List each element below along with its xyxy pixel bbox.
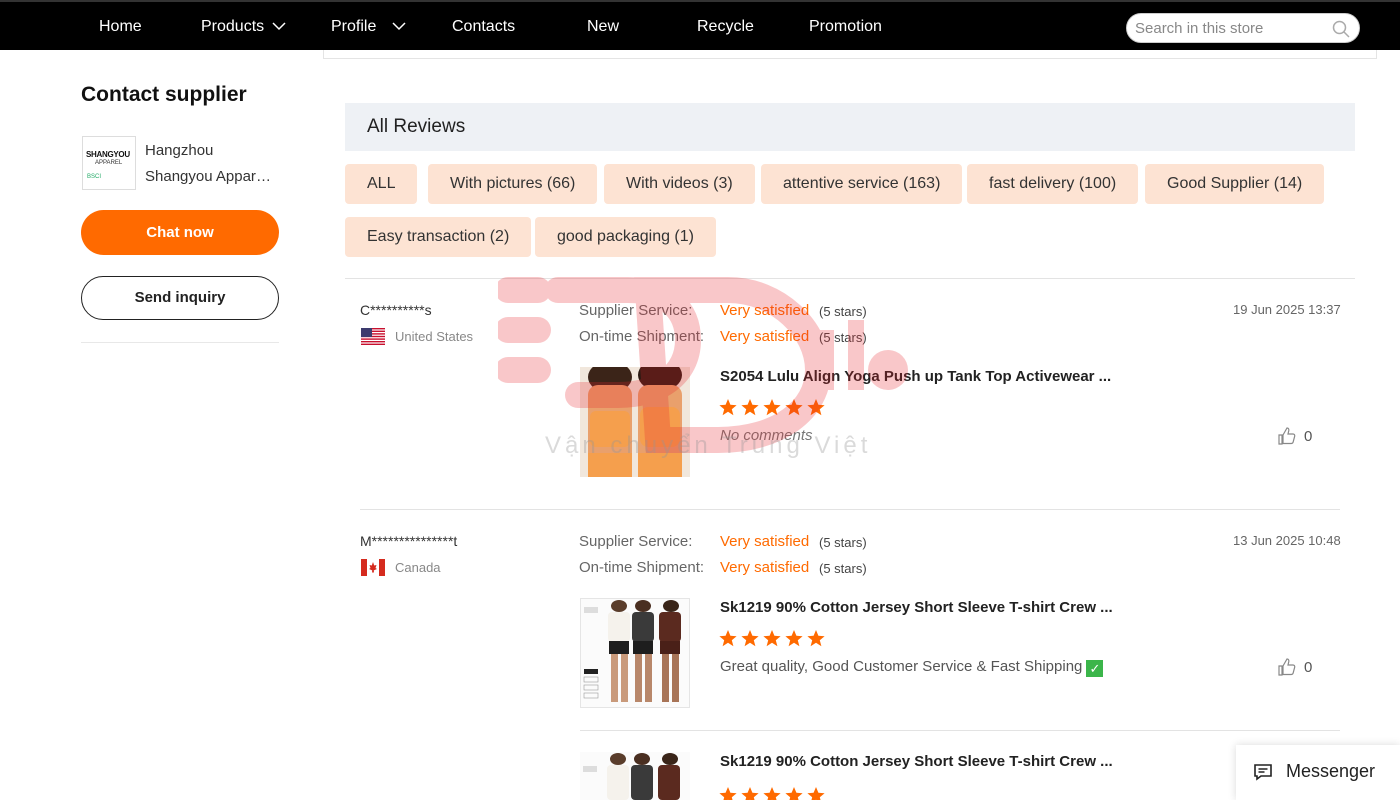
shipment-rating: Very satisfied xyxy=(720,559,810,576)
star-rating xyxy=(719,399,825,416)
supplier-logo[interactable]: SHANGYOU APPAREL BSCI xyxy=(82,136,136,190)
shipment-label: On-time Shipment: xyxy=(579,328,705,345)
nav-products[interactable]: Products xyxy=(201,2,286,52)
supplier-service-rating: Very satisfied xyxy=(720,302,810,319)
product-thumbnail[interactable] xyxy=(580,752,690,800)
product-thumbnail[interactable] xyxy=(580,367,690,477)
nav-contacts[interactable]: Contacts xyxy=(452,2,515,52)
nav-profile-label: Profile xyxy=(331,18,377,35)
content-box-edge xyxy=(323,50,1377,59)
star-rating xyxy=(719,787,825,800)
nav-recycle[interactable]: Recycle xyxy=(697,2,754,52)
contact-supplier-title: Contact supplier xyxy=(81,83,247,106)
supplier-name-line2: Shangyou Apparel... xyxy=(145,168,279,185)
filter-with-videos[interactable]: With videos (3) xyxy=(604,164,755,204)
send-inquiry-button[interactable]: Send inquiry xyxy=(81,276,279,320)
chevron-down-icon xyxy=(272,22,286,31)
review-comment: Great quality, Good Customer Service & F… xyxy=(720,658,1104,677)
product-thumbnail[interactable] xyxy=(580,598,690,708)
product-title[interactable]: Sk1219 90% Cotton Jersey Short Sleeve T-… xyxy=(720,599,1113,616)
logo-text: SHANGYOU xyxy=(86,150,130,159)
shipment-rating: Very satisfied xyxy=(720,328,810,345)
supplier-service-rating: Very satisfied xyxy=(720,533,810,550)
filter-with-pictures[interactable]: With pictures (66) xyxy=(428,164,598,204)
review-comment-text: Great quality, Good Customer Service & F… xyxy=(720,658,1083,675)
messenger-label: Messenger xyxy=(1286,761,1376,781)
nav-profile[interactable]: Profile xyxy=(331,2,406,52)
review-divider xyxy=(360,509,1340,510)
thumbs-up-icon[interactable] xyxy=(1277,426,1297,446)
like-count: 0 xyxy=(1304,428,1313,445)
shipment-stars: (5 stars) xyxy=(819,330,867,345)
filter-fast-delivery[interactable]: fast delivery (100) xyxy=(967,164,1139,204)
reviewer-name: C**********s xyxy=(360,302,432,318)
supplier-name-line1: Hangzhou xyxy=(145,142,214,159)
supplier-service-label: Supplier Service: xyxy=(579,533,693,550)
us-flag-icon xyxy=(361,328,385,345)
filter-good-supplier[interactable]: Good Supplier (14) xyxy=(1145,164,1325,204)
filter-attentive-service[interactable]: attentive service (163) xyxy=(761,164,963,204)
search-icon[interactable] xyxy=(1332,20,1350,38)
like-count: 0 xyxy=(1304,659,1313,676)
reviewer-country: Canada xyxy=(395,560,441,575)
star-rating xyxy=(719,630,825,647)
logo-subtext: APPAREL xyxy=(95,160,123,166)
reviewer-name: M***************t xyxy=(360,533,458,549)
nav-home[interactable]: Home xyxy=(99,2,142,52)
supplier-service-stars: (5 stars) xyxy=(819,535,867,550)
chevron-down-icon xyxy=(392,22,406,31)
top-nav-bar: Home Products Profile Contacts New Recyc… xyxy=(0,0,1400,50)
review-date: 19 Jun 2025 13:37 xyxy=(1233,302,1341,317)
sidebar-divider xyxy=(81,342,279,343)
product-title[interactable]: S2054 Lulu Align Yoga Push up Tank Top A… xyxy=(720,368,1111,385)
reviewer-country: United States xyxy=(395,329,474,344)
nav-new[interactable]: New xyxy=(587,2,619,52)
check-mark-icon: ✓ xyxy=(1086,660,1104,677)
chat-bubble-icon xyxy=(1254,764,1272,781)
filter-easy-transaction[interactable]: Easy transaction (2) xyxy=(345,217,532,257)
supplier-name[interactable]: Hangzhou Shangyou Apparel... xyxy=(145,138,285,190)
search-input[interactable] xyxy=(1135,17,1325,39)
store-search xyxy=(1126,13,1360,43)
supplier-service-label: Supplier Service: xyxy=(579,302,693,319)
product-divider xyxy=(580,730,1340,731)
product-title[interactable]: Sk1219 90% Cotton Jersey Short Sleeve T-… xyxy=(720,753,1113,770)
reviews-divider xyxy=(345,278,1355,279)
logo-badge: BSCI xyxy=(87,174,102,180)
canada-flag-icon xyxy=(361,559,385,576)
supplier-service-stars: (5 stars) xyxy=(819,304,867,319)
thumbs-up-icon[interactable] xyxy=(1277,657,1297,677)
nav-products-label: Products xyxy=(201,18,265,35)
nav-promotion[interactable]: Promotion xyxy=(809,2,882,52)
shipment-stars: (5 stars) xyxy=(819,561,867,576)
shipment-label: On-time Shipment: xyxy=(579,559,705,576)
filter-all[interactable]: ALL xyxy=(345,164,418,204)
watermark-text: Vận chuyển Trung Việt xyxy=(545,432,872,459)
review-date: 13 Jun 2025 10:48 xyxy=(1233,533,1341,548)
messenger-button[interactable]: Messenger xyxy=(1236,745,1400,800)
reviews-title: All Reviews xyxy=(367,116,466,137)
reviews-header: All Reviews xyxy=(345,103,1355,151)
chat-now-button[interactable]: Chat now xyxy=(81,210,279,255)
filter-good-packaging[interactable]: good packaging (1) xyxy=(535,217,716,257)
